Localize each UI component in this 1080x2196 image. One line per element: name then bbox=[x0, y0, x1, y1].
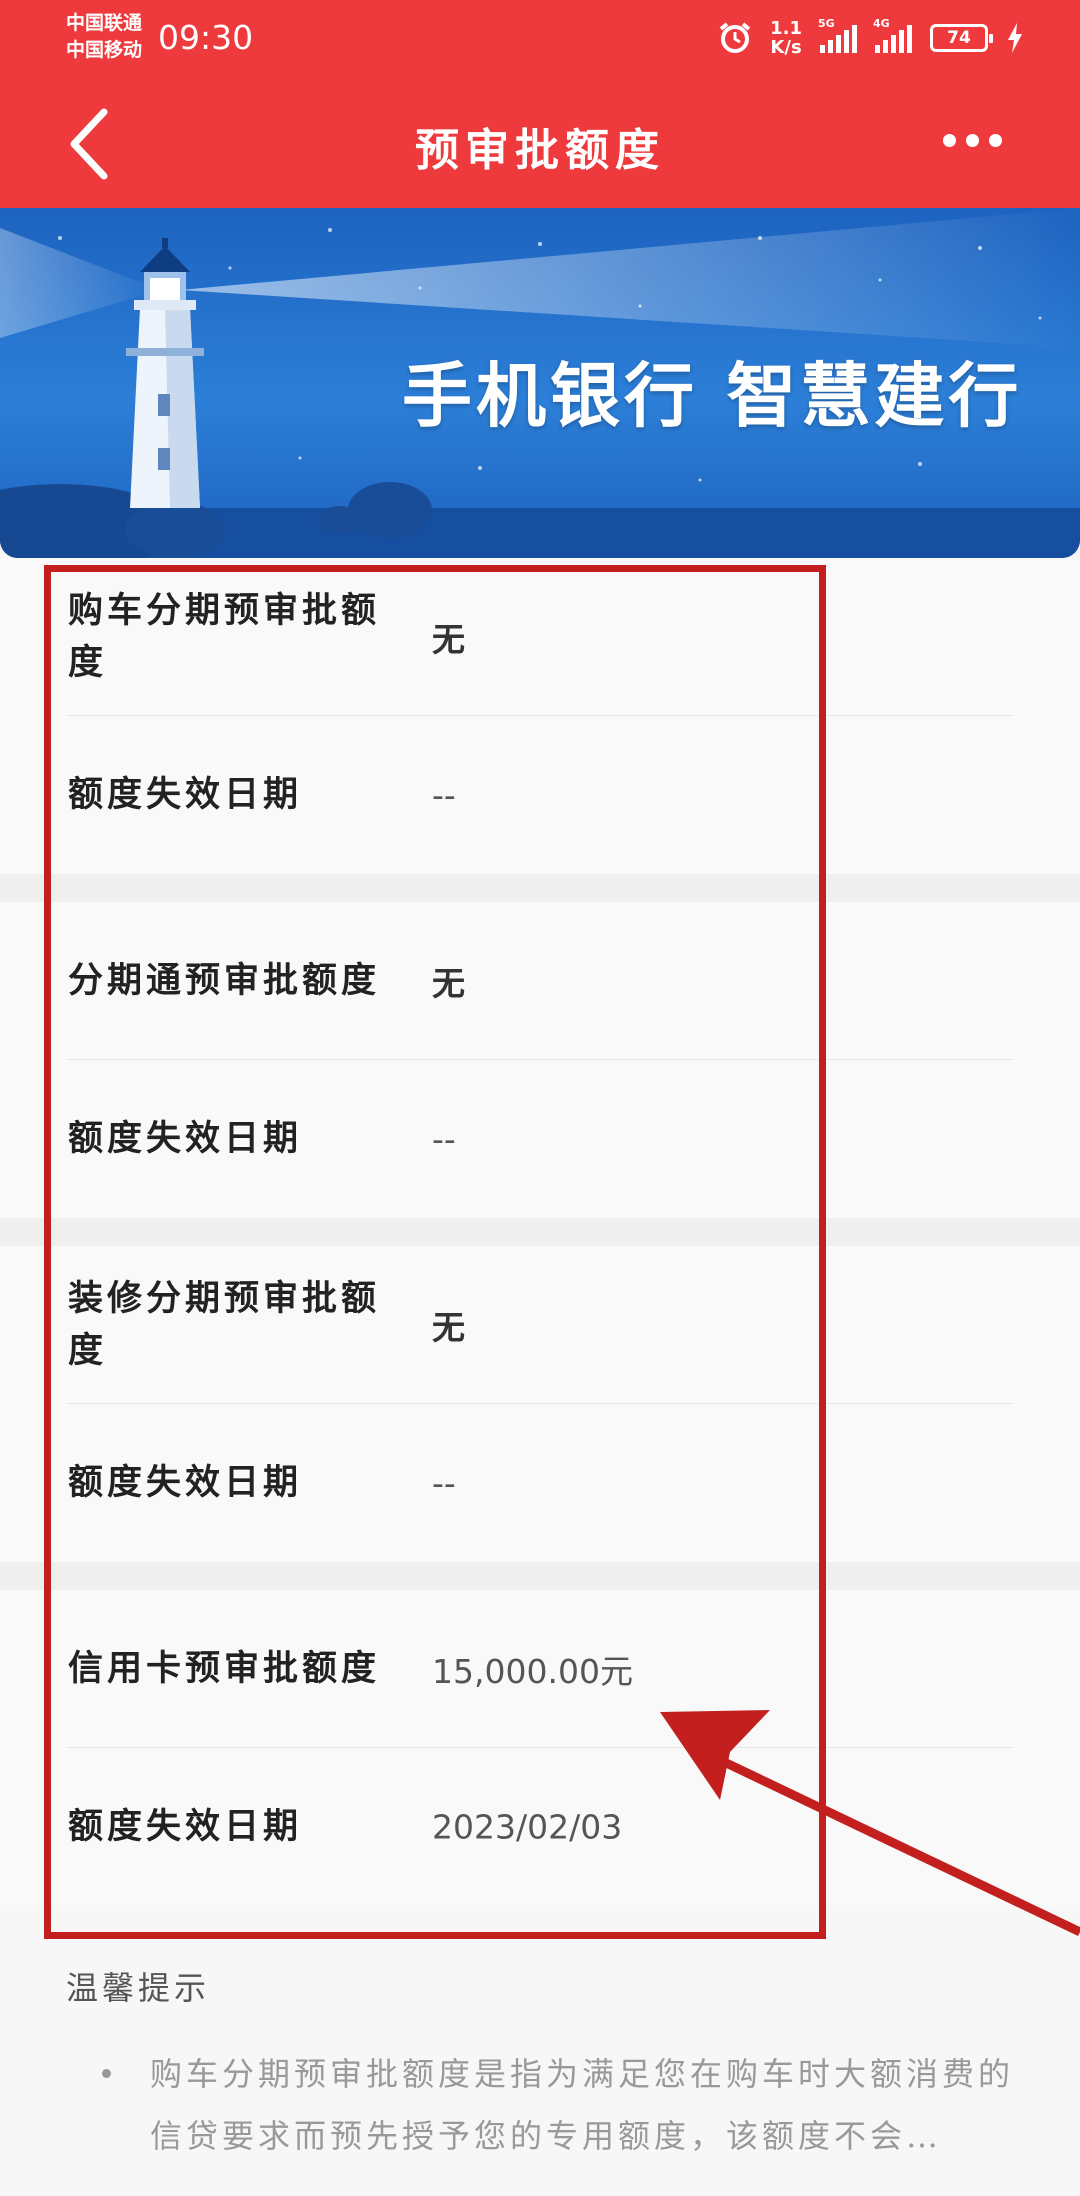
product-label: 装修分期预审批额度 bbox=[68, 1277, 381, 1371]
banner-slogan: 手机银行 智慧建行 bbox=[402, 355, 1023, 437]
alarm-icon bbox=[719, 22, 751, 53]
tip-item: 购车分期预审批额度是指为满足您在购车时大额消费的信贷要求而预先授予您的专用额度，… bbox=[66, 2043, 1016, 2167]
promo-banner[interactable]: 手机银行 智慧建行 bbox=[0, 208, 1080, 558]
list-item: 装修分期预审批额度 无 bbox=[66, 1246, 1014, 1404]
dot-icon bbox=[943, 134, 956, 147]
net-speed: 1.1 K/s bbox=[770, 18, 802, 58]
divider bbox=[0, 1562, 1080, 1590]
status-icons: 1.1 K/s 5G 4G 74 bbox=[718, 14, 1024, 62]
expiry-label: 额度失效日期 bbox=[68, 774, 303, 815]
expiry-value: -- bbox=[432, 1119, 456, 1159]
expiry-value: 2023/02/03 bbox=[432, 1807, 623, 1847]
page-title: 预审批额度 bbox=[415, 125, 665, 176]
group-renovation-installment: 装修分期预审批额度 无 额度失效日期 -- bbox=[0, 1246, 1080, 1562]
product-label: 信用卡预审批额度 bbox=[68, 1647, 381, 1689]
charging-icon bbox=[1008, 23, 1022, 53]
product-label: 购车分期预审批额度 bbox=[68, 589, 381, 683]
divider bbox=[0, 1218, 1080, 1246]
expiry-label: 额度失效日期 bbox=[68, 1118, 303, 1159]
list-item: 分期通预审批额度 无 bbox=[66, 902, 1014, 1060]
tips-section: 温馨提示 购车分期预审批额度是指为满足您在购车时大额消费的信贷要求而预先授予您的… bbox=[66, 1963, 1016, 2167]
product-value: 无 bbox=[432, 1307, 465, 1347]
battery-icon: 74 bbox=[930, 24, 993, 52]
tips-title: 温馨提示 bbox=[66, 1969, 211, 2007]
list-item: 额度失效日期 -- bbox=[66, 716, 1014, 874]
signal-icon-sim1: 5G bbox=[818, 17, 857, 53]
group-installment-pass: 分期通预审批额度 无 额度失效日期 -- bbox=[0, 902, 1080, 1218]
more-options-button[interactable] bbox=[943, 134, 1002, 147]
nav-bar: 预审批额度 bbox=[0, 78, 1080, 208]
credit-limit-value: 15,000.00元 bbox=[432, 1651, 633, 1691]
product-label: 分期通预审批额度 bbox=[68, 959, 381, 1001]
carrier-labels: 中国联通 中国移动 bbox=[66, 10, 142, 64]
list-item: 额度失效日期 -- bbox=[66, 1404, 1014, 1562]
expiry-label: 额度失效日期 bbox=[68, 1806, 303, 1847]
list-item: 额度失效日期 2023/02/03 bbox=[66, 1748, 1014, 1906]
expiry-value: -- bbox=[432, 1463, 456, 1503]
expiry-label: 额度失效日期 bbox=[68, 1462, 303, 1503]
product-value: 无 bbox=[432, 619, 465, 659]
carrier-2: 中国移动 bbox=[66, 39, 143, 61]
dot-icon bbox=[966, 134, 979, 147]
group-car-installment: 购车分期预审批额度 无 额度失效日期 -- bbox=[0, 558, 1080, 874]
product-value: 无 bbox=[432, 963, 465, 1003]
pre-approval-list: 购车分期预审批额度 无 额度失效日期 -- 分期通预审批额度 无 额度失效日期 … bbox=[0, 558, 1080, 1906]
list-item: 额度失效日期 -- bbox=[66, 1060, 1014, 1218]
clock: 09:30 bbox=[158, 18, 254, 57]
status-bar: 中国联通 中国移动 09:30 1.1 K/s 5G 4G 74 bbox=[0, 0, 1080, 78]
dot-icon bbox=[989, 134, 1002, 147]
expiry-value: -- bbox=[432, 775, 456, 815]
divider bbox=[0, 874, 1080, 902]
signal-icon-sim2: 4G bbox=[873, 17, 912, 53]
group-credit-card: 信用卡预审批额度 15,000.00元 额度失效日期 2023/02/03 bbox=[0, 1590, 1080, 1906]
list-item: 信用卡预审批额度 15,000.00元 bbox=[66, 1590, 1014, 1748]
carrier-1: 中国联通 bbox=[66, 12, 143, 34]
list-item: 购车分期预审批额度 无 bbox=[66, 558, 1014, 716]
